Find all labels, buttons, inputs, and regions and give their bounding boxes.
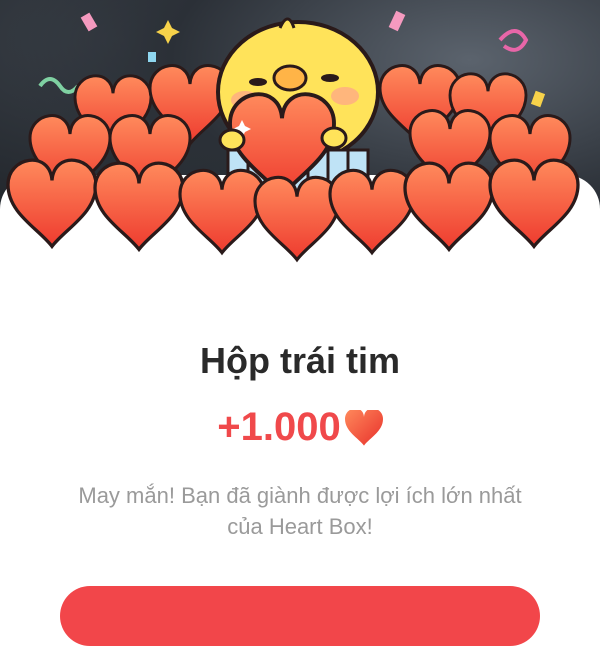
heart-icon	[344, 409, 383, 446]
reward-description: May mắn! Bạn đã giành được lợi ích lớn n…	[78, 483, 522, 539]
page-title: Hộp trái tim	[199, 340, 400, 381]
reward-amount: +1.000	[217, 405, 341, 449]
heart-box-illustration	[6, 10, 580, 262]
reward-row: +1.000	[0, 405, 600, 450]
confirm-button[interactable]	[60, 586, 540, 646]
